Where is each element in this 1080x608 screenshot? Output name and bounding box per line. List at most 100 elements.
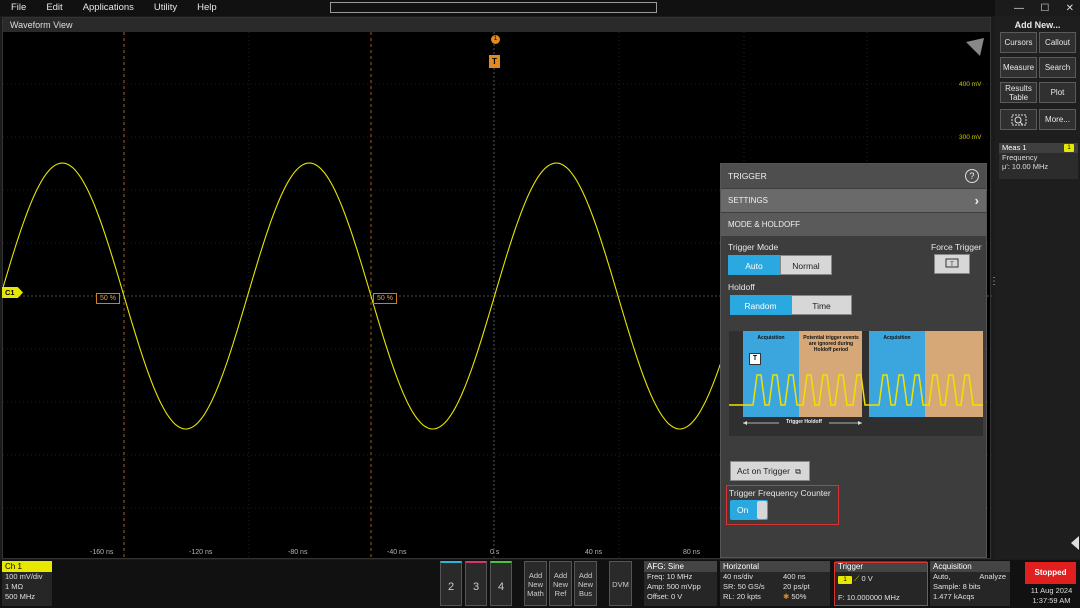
svg-text:T: T	[950, 262, 954, 268]
afg-title: AFG: Sine	[644, 561, 717, 572]
run-stop-status-button[interactable]: Stopped	[1025, 562, 1076, 584]
y-label-400mv: 400 mV	[959, 81, 982, 88]
mode-normal-button[interactable]: Normal	[780, 255, 832, 275]
ch1-badge[interactable]: Ch 1 100 mV/div 1 MΩ 500 MHz	[2, 561, 52, 606]
menu-applications[interactable]: Applications	[73, 0, 144, 16]
date: 11 Aug 2024	[1030, 586, 1073, 595]
holdoff-diagram: Acquisition Potential trigger events are…	[729, 331, 983, 436]
horizontal-sample-rate: SR: 50 GS/s	[723, 582, 765, 591]
horizontal-title: Horizontal	[720, 561, 830, 572]
trigger-mode-selector: Auto Normal	[728, 255, 832, 275]
acquisition-sample: Sample: 8 bits	[933, 582, 981, 591]
measure-button[interactable]: Measure	[1000, 57, 1037, 78]
x-label: -160 ns	[90, 549, 114, 556]
trigger-position-dot[interactable]: 1	[491, 35, 500, 44]
holdoff-time-button[interactable]: Time	[791, 295, 852, 315]
record-timebar[interactable]	[330, 2, 657, 13]
settings-label: SETTINGS	[728, 196, 769, 205]
chevron-right-icon: ›	[974, 193, 979, 208]
meas1-title: Meas 1	[1002, 143, 1027, 152]
ch3-button[interactable]: 3	[465, 561, 487, 606]
menu-help[interactable]: Help	[187, 0, 227, 16]
trigger-panel-header: TRIGGER ?	[721, 164, 986, 188]
horizontal-record-length: RL: 20 kpts	[723, 592, 761, 601]
x-label: -40 ns	[387, 549, 407, 556]
freq-counter-toggle[interactable]: On	[730, 500, 768, 520]
more-button[interactable]: More...	[1039, 109, 1076, 130]
toggle-knob	[757, 501, 767, 519]
act-on-trigger-button[interactable]: Act on Trigger ⧉	[730, 461, 810, 481]
add-ref-button[interactable]: Add New Ref	[549, 561, 572, 606]
trigger-config-panel: TRIGGER ? SETTINGS › MODE & HOLDOFF Trig…	[720, 163, 987, 558]
plot-button[interactable]: Plot	[1039, 82, 1076, 103]
force-trigger-button[interactable]: T	[934, 254, 970, 274]
search-button[interactable]: Search	[1039, 57, 1076, 78]
acquisition-badge[interactable]: Acquisition Auto, Analyze Sample: 8 bits …	[930, 561, 1010, 606]
force-trigger-icon: T	[945, 258, 959, 268]
ch1-badge-title: Ch 1	[2, 561, 52, 572]
horizontal-resolution: 20 ps/pt	[783, 582, 810, 591]
toggle-state-label: On	[737, 505, 749, 515]
collapse-sidebar-icon[interactable]	[1071, 536, 1079, 550]
corner-handle-icon[interactable]	[966, 38, 984, 56]
meas1-badge[interactable]: Meas 1 1 Frequency μ': 10.00 MHz	[999, 143, 1078, 179]
callout-button[interactable]: Callout	[1039, 32, 1076, 53]
help-icon[interactable]: ?	[965, 169, 979, 183]
window-controls: — ☐ ✕	[1008, 0, 1080, 16]
add-bus-button[interactable]: Add New Bus	[574, 561, 597, 606]
y-label-300mv: 300 mV	[959, 134, 982, 141]
minimize-icon[interactable]: —	[1014, 3, 1024, 14]
afg-freq: Freq: 10 MHz	[647, 572, 693, 581]
waveform-view-title: Waveform View	[3, 18, 990, 32]
cursors-button[interactable]: Cursors	[1000, 32, 1037, 53]
act-on-trigger-label: Act on Trigger	[737, 466, 790, 476]
time: 1:37:59 AM	[1032, 596, 1071, 605]
analyze-label: Analyze	[979, 572, 1006, 581]
menu-edit[interactable]: Edit	[36, 0, 72, 16]
settings-section[interactable]: SETTINGS ›	[721, 188, 986, 212]
force-trigger-label: Force Trigger	[931, 242, 982, 252]
maximize-icon[interactable]: ☐	[1040, 3, 1049, 14]
afg-badge[interactable]: AFG: Sine Freq: 10 MHz Amp: 500 mVpp Off…	[644, 561, 717, 606]
oscilloscope-app: File Edit Applications Utility Help — ☐ …	[0, 0, 1080, 608]
holdoff-random-button[interactable]: Random	[730, 295, 791, 315]
horizontal-duration: 400 ns	[783, 572, 806, 581]
date-time: 11 Aug 2024 1:37:59 AM	[1025, 586, 1078, 606]
meas1-name: Frequency	[1002, 153, 1038, 162]
menu-bar: File Edit Applications Utility Help	[0, 0, 995, 16]
ch4-button[interactable]: 4	[490, 561, 512, 606]
add-new-sidebar: Add New... Cursors Callout Measure Searc…	[995, 16, 1080, 559]
add-math-button[interactable]: Add New Math	[524, 561, 547, 606]
zoom-box-button[interactable]	[1000, 109, 1037, 130]
ch1-scale: 100 mV/div	[5, 572, 43, 581]
settings-bar: Ch 1 100 mV/div 1 MΩ 500 MHz 2 3 4 Add Ne…	[0, 560, 1080, 608]
horizontal-position: 50%	[791, 592, 807, 601]
menu-file[interactable]: File	[0, 0, 36, 16]
add-new-title: Add New...	[1014, 20, 1061, 30]
x-label: -120 ns	[189, 549, 213, 556]
trigger-position-marker[interactable]: T	[489, 55, 500, 68]
holdoff-label: Holdoff	[728, 282, 755, 292]
horizontal-badge[interactable]: Horizontal 40 ns/div SR: 50 GS/s RL: 20 …	[720, 561, 830, 606]
diagram-pulse-train	[729, 374, 983, 425]
results-table-button[interactable]: Results Table	[1000, 82, 1037, 103]
ch1-termination: 1 MΩ	[5, 582, 24, 591]
level-tag: 50 %	[373, 293, 397, 304]
close-icon[interactable]: ✕	[1066, 3, 1074, 14]
menu-utility[interactable]: Utility	[144, 0, 187, 16]
horizontal-scale: 40 ns/div	[723, 572, 754, 581]
drag-handle-icon[interactable]: ⋮	[989, 277, 999, 294]
ch2-button[interactable]: 2	[440, 561, 462, 606]
mode-auto-button[interactable]: Auto	[728, 255, 780, 275]
afg-offset: Offset: 0 V	[647, 592, 683, 601]
mode-holdoff-label: MODE & HOLDOFF	[728, 220, 801, 229]
mode-holdoff-section[interactable]: MODE & HOLDOFF	[721, 212, 986, 236]
dvm-button[interactable]: DVM	[609, 561, 632, 606]
trigger-mode-label: Trigger Mode	[728, 242, 779, 252]
meas1-channel-badge: 1	[1064, 144, 1074, 152]
diagram-holdoff-caption: Trigger Holdoff	[779, 419, 829, 425]
x-label: -80 ns	[288, 549, 308, 556]
acquisition-count: 1.477 kAcqs	[933, 592, 975, 601]
holdoff-selector: Random Time	[730, 295, 852, 315]
freq-counter-label: Trigger Frequency Counter	[729, 488, 831, 498]
